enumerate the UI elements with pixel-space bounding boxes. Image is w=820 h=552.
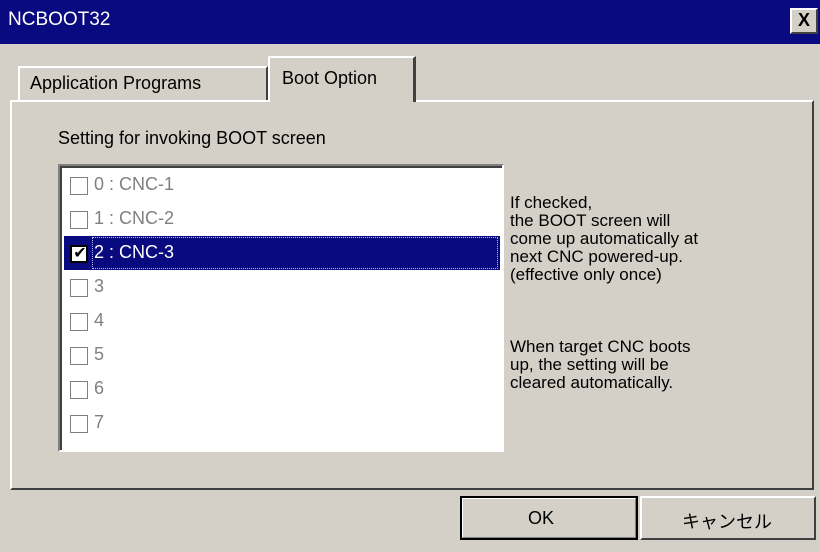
checkmark-icon [71, 379, 87, 395]
checklist-inner: 0 : CNC-1 1 : CNC-2 ✔ 2 : CNC-3 3 4 5 6 … [60, 166, 502, 450]
cancel-button[interactable]: キャンセル [640, 496, 816, 540]
list-item[interactable]: 3 [64, 270, 500, 304]
checkbox[interactable] [70, 177, 88, 195]
list-item[interactable]: 1 : CNC-2 [64, 202, 500, 236]
list-item[interactable]: ✔ 2 : CNC-3 [64, 236, 500, 270]
info-line: (effective only once) [510, 265, 662, 284]
checkmark-icon [71, 311, 87, 327]
tab-label: Application Programs [30, 73, 202, 93]
list-item-label: 3 [94, 276, 105, 296]
checkmark-icon [71, 413, 87, 429]
checkmark-icon [71, 209, 87, 225]
checkmark-icon [71, 345, 87, 361]
info-line: next CNC powered-up. [510, 247, 683, 266]
info-line: When target CNC boots [510, 337, 691, 356]
info-text-checked: If checked, the BOOT screen will come up… [510, 194, 810, 284]
list-item-label: 5 [94, 344, 105, 364]
list-item-label: 0 : CNC-1 [94, 174, 175, 194]
close-icon: X [797, 10, 810, 30]
list-item-label: 7 [94, 412, 105, 432]
cnc-checklist[interactable]: 0 : CNC-1 1 : CNC-2 ✔ 2 : CNC-3 3 4 5 6 … [58, 164, 504, 452]
info-line: the BOOT screen will [510, 211, 671, 230]
checkbox[interactable] [70, 381, 88, 399]
checkbox[interactable] [70, 415, 88, 433]
list-item[interactable]: 0 : CNC-1 [64, 168, 500, 202]
checkbox[interactable] [70, 313, 88, 331]
list-item-label: 1 : CNC-2 [94, 208, 175, 228]
cancel-button-label: キャンセル [682, 512, 772, 532]
checkbox[interactable]: ✔ [70, 243, 88, 263]
checkbox[interactable] [70, 279, 88, 297]
info-line: come up automatically at [510, 229, 699, 248]
checkmark-icon: ✔ [73, 243, 87, 262]
title-bar[interactable]: NCBOOT32 X [0, 0, 820, 44]
checkbox[interactable] [70, 347, 88, 365]
tab-label: Boot Option [282, 68, 378, 88]
ok-button-label: OK [528, 508, 555, 528]
list-item-label: 4 [94, 310, 105, 330]
list-item[interactable]: 7 [64, 406, 500, 440]
info-line: up, the setting will be [510, 355, 669, 374]
list-item-label: 6 [94, 378, 105, 398]
tab-application-programs[interactable]: Application Programs [18, 66, 268, 100]
focus-rect [92, 237, 498, 269]
boot-setting-caption: Setting for invoking BOOT screen [58, 128, 326, 148]
info-text-cleared: When target CNC boots up, the setting wi… [510, 338, 810, 392]
info-line: If checked, [510, 193, 593, 212]
checkmark-icon [71, 175, 87, 191]
ok-button[interactable]: OK [460, 496, 638, 540]
info-line: cleared automatically. [510, 373, 674, 392]
list-item[interactable]: 6 [64, 372, 500, 406]
checkmark-icon [71, 277, 87, 293]
close-button[interactable]: X [790, 8, 818, 34]
checkbox[interactable] [70, 211, 88, 229]
tab-boot-option[interactable]: Boot Option [268, 56, 416, 102]
list-item[interactable]: 5 [64, 338, 500, 372]
dialog-window: NCBOOT32 X Application Programs Boot Opt… [0, 0, 820, 552]
window-title: NCBOOT32 [8, 9, 111, 30]
list-item[interactable]: 4 [64, 304, 500, 338]
